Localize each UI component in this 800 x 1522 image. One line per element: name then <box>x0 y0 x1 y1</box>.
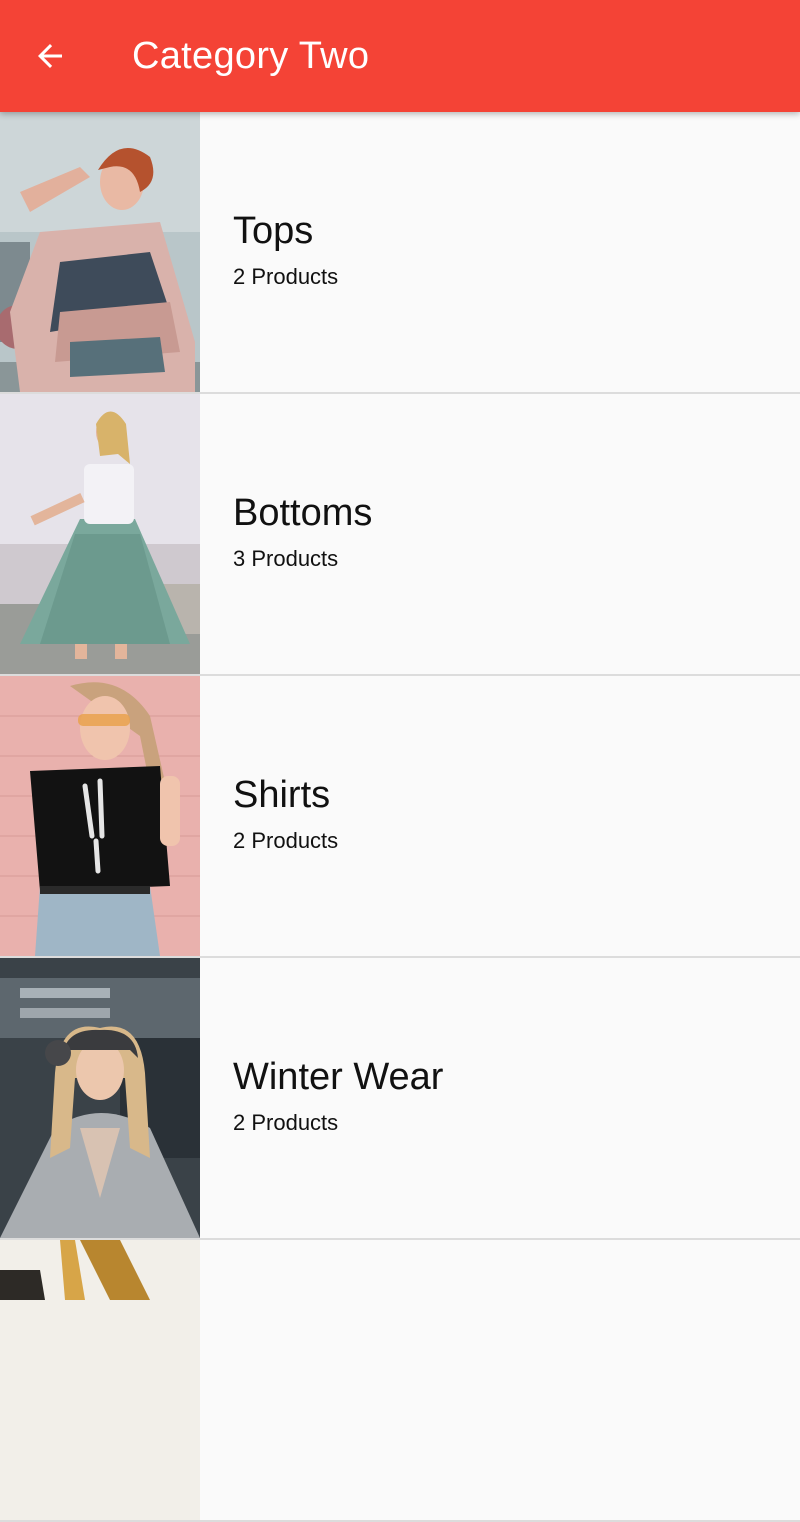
back-button[interactable] <box>0 0 100 112</box>
category-text: Bottoms 3 Products <box>233 490 372 572</box>
category-item-winter-wear[interactable]: Winter Wear 2 Products <box>0 958 800 1240</box>
product-count: 2 Products <box>233 828 339 853</box>
app-bar: Category Two <box>0 0 800 112</box>
category-image <box>0 676 200 956</box>
product-count: 2 Products <box>233 264 339 289</box>
arrow-back-icon <box>38 44 62 68</box>
category-name: Bottoms <box>233 492 373 534</box>
category-text: Tops 2 Products <box>233 208 338 290</box>
category-item-tops[interactable]: Tops 2 Products <box>0 112 800 394</box>
page-title: Category Two <box>132 34 370 77</box>
category-name: Winter Wear <box>233 1056 444 1098</box>
category-image <box>0 1240 200 1520</box>
category-image <box>0 112 200 392</box>
product-count: 3 Products <box>233 546 339 571</box>
category-item-shirts[interactable]: Shirts 2 Products <box>0 676 800 958</box>
category-image <box>0 394 200 674</box>
category-list: Tops 2 Products Bottoms 3 Products Shirt… <box>0 112 800 1522</box>
category-text: Shirts 2 Products <box>233 772 338 854</box>
category-item-bottoms[interactable]: Bottoms 3 Products <box>0 394 800 676</box>
category-name: Tops <box>233 210 314 252</box>
category-image <box>0 958 200 1238</box>
category-name: Shirts <box>233 774 331 816</box>
category-text: Winter Wear 2 Products <box>233 1054 443 1136</box>
category-item-partial[interactable] <box>0 1240 800 1522</box>
product-count: 2 Products <box>233 1110 339 1135</box>
